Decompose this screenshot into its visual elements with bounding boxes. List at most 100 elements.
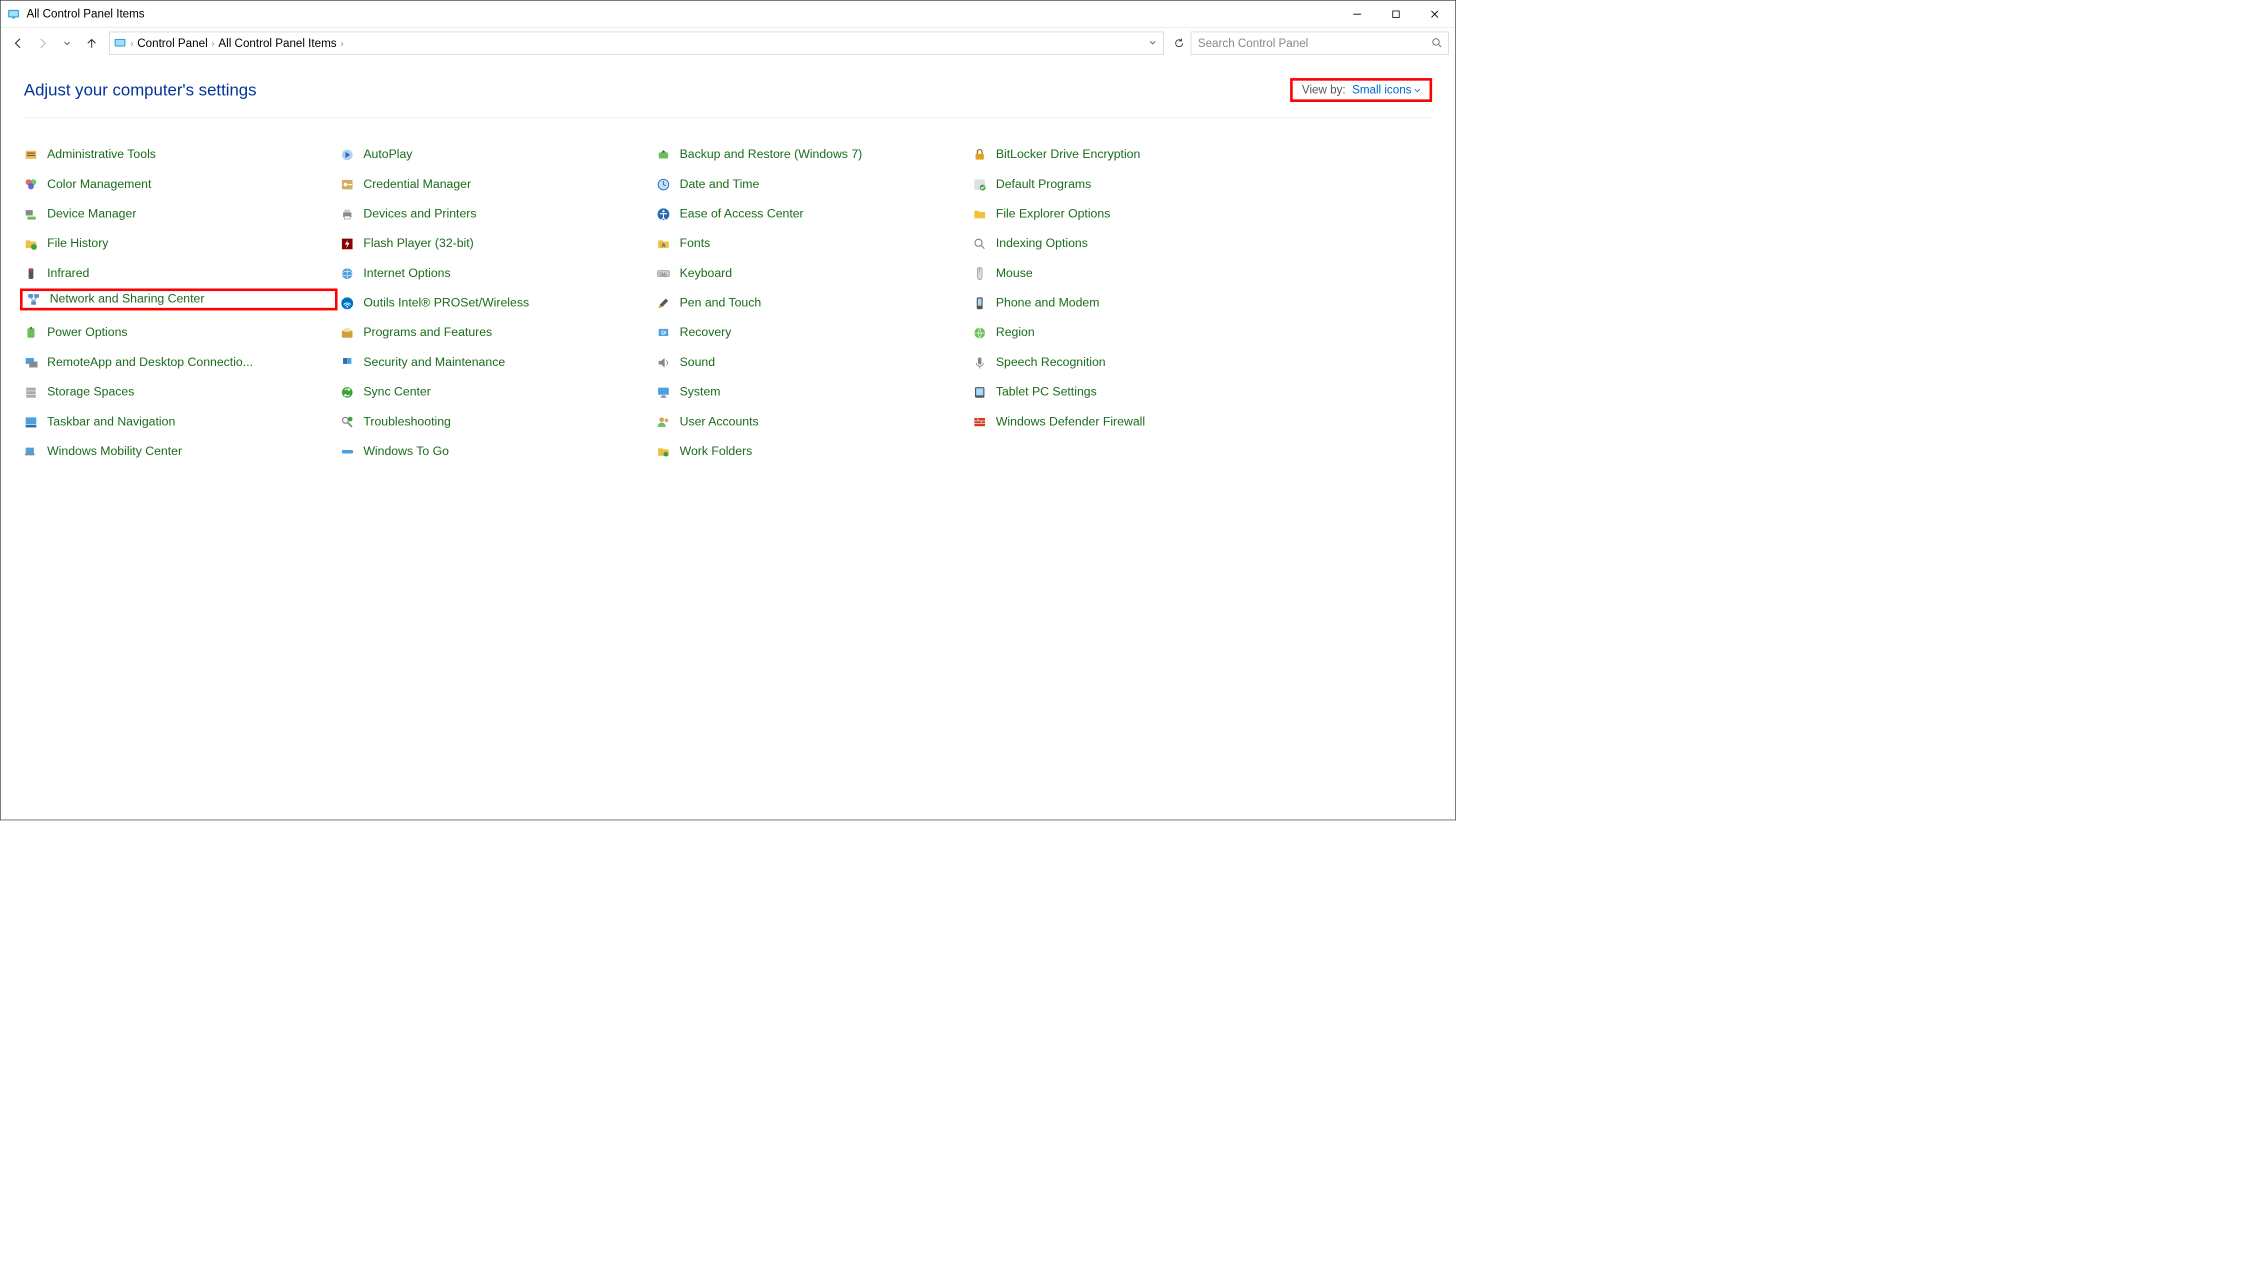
control-panel-item[interactable]: Internet Options — [340, 263, 650, 285]
control-panel-item[interactable]: Speech Recognition — [973, 352, 1283, 374]
mobility-icon — [24, 445, 38, 459]
item-label: Windows Defender Firewall — [996, 415, 1145, 429]
internet-icon — [340, 267, 354, 281]
security-icon — [340, 356, 354, 370]
address-history-dropdown[interactable] — [1146, 38, 1159, 48]
color-icon — [24, 177, 38, 191]
control-panel-item[interactable]: Device Manager — [24, 203, 334, 225]
control-panel-item[interactable]: Region — [973, 322, 1283, 344]
item-label: RemoteApp and Desktop Connectio... — [47, 356, 253, 370]
autoplay-icon — [340, 148, 354, 162]
view-by-value[interactable]: Small icons — [1352, 83, 1420, 97]
item-label: Devices and Printers — [363, 207, 476, 221]
item-label: Programs and Features — [363, 326, 492, 340]
item-label: Credential Manager — [363, 177, 471, 191]
chevron-right-icon[interactable]: › — [130, 38, 133, 48]
forward-button[interactable] — [32, 32, 54, 54]
item-label: Ease of Access Center — [680, 207, 804, 221]
programs-icon — [340, 326, 354, 340]
control-panel-item[interactable]: AutoPlay — [340, 144, 650, 166]
recent-locations-dropdown[interactable] — [56, 32, 78, 54]
item-label: Tablet PC Settings — [996, 385, 1097, 399]
storage-icon — [24, 385, 38, 399]
control-panel-item[interactable]: BitLocker Drive Encryption — [973, 144, 1283, 166]
chevron-down-icon — [1414, 87, 1420, 93]
item-label: Flash Player (32-bit) — [363, 237, 473, 251]
search-input[interactable] — [1198, 36, 1432, 50]
minimize-button[interactable] — [1338, 0, 1377, 27]
maximize-button[interactable] — [1377, 0, 1416, 27]
control-panel-item[interactable]: File Explorer Options — [973, 203, 1283, 225]
control-panel-item[interactable]: Programs and Features — [340, 322, 650, 344]
control-panel-item[interactable]: Ease of Access Center — [656, 203, 966, 225]
item-label: Device Manager — [47, 207, 136, 221]
keyboard-icon — [656, 267, 670, 281]
control-panel-item[interactable]: Troubleshooting — [340, 411, 650, 433]
item-label: AutoPlay — [363, 148, 412, 162]
control-panel-item[interactable]: Network and Sharing Center — [20, 288, 338, 310]
control-panel-item[interactable]: Default Programs — [973, 174, 1283, 196]
control-panel-item[interactable]: Fonts — [656, 233, 966, 255]
window-title: All Control Panel Items — [26, 7, 1337, 21]
control-panel-item[interactable]: RemoteApp and Desktop Connectio... — [24, 352, 334, 374]
control-panel-item[interactable]: Sound — [656, 352, 966, 374]
users-icon — [656, 415, 670, 429]
control-panel-item[interactable]: Taskbar and Navigation — [24, 411, 334, 433]
control-panel-item[interactable]: Phone and Modem — [973, 292, 1283, 314]
chevron-right-icon[interactable]: › — [340, 38, 343, 48]
item-label: Windows To Go — [363, 445, 449, 459]
credential-icon — [340, 177, 354, 191]
printers-icon — [340, 207, 354, 221]
control-panel-item[interactable]: Windows Mobility Center — [24, 441, 334, 463]
control-panel-item[interactable]: Backup and Restore (Windows 7) — [656, 144, 966, 166]
item-label: Outils Intel® PROSet/Wireless — [363, 296, 529, 310]
item-label: Keyboard — [680, 267, 732, 281]
control-panel-item[interactable]: System — [656, 381, 966, 403]
control-panel-item[interactable]: Keyboard — [656, 263, 966, 285]
control-panel-item[interactable]: Outils Intel® PROSet/Wireless — [340, 292, 650, 314]
control-panel-item[interactable]: Mouse — [973, 263, 1283, 285]
breadcrumb-all-items[interactable]: All Control Panel Items — [218, 36, 336, 50]
up-button[interactable] — [81, 32, 103, 54]
search-box[interactable] — [1191, 32, 1449, 55]
remoteapp-icon — [24, 356, 38, 370]
control-panel-item[interactable]: File History — [24, 233, 334, 255]
sound-icon — [656, 356, 670, 370]
breadcrumb-control-panel[interactable]: Control Panel — [137, 36, 207, 50]
control-panel-item[interactable]: Flash Player (32-bit) — [340, 233, 650, 255]
view-by-control[interactable]: View by: Small icons — [1290, 78, 1432, 102]
control-panel-item[interactable]: User Accounts — [656, 411, 966, 433]
close-button[interactable] — [1415, 0, 1454, 27]
address-bar[interactable]: › Control Panel › All Control Panel Item… — [109, 32, 1164, 55]
control-panel-item[interactable]: Recovery — [656, 322, 966, 344]
item-label: Fonts — [680, 237, 711, 251]
control-panel-item[interactable]: Windows To Go — [340, 441, 650, 463]
flash-icon — [340, 237, 354, 251]
item-label: Sound — [680, 356, 715, 370]
chevron-right-icon[interactable]: › — [212, 38, 215, 48]
folder-opts-icon — [973, 207, 987, 221]
control-panel-item[interactable]: Credential Manager — [340, 174, 650, 196]
windows-to-go-icon — [340, 445, 354, 459]
control-panel-item[interactable]: Power Options — [24, 322, 334, 344]
item-label: Recovery — [680, 326, 732, 340]
control-panel-item[interactable]: Color Management — [24, 174, 334, 196]
control-panel-item[interactable]: Work Folders — [656, 441, 966, 463]
control-panel-item[interactable]: Storage Spaces — [24, 381, 334, 403]
item-label: Color Management — [47, 177, 151, 191]
control-panel-item[interactable]: Indexing Options — [973, 233, 1283, 255]
search-icon[interactable] — [1431, 37, 1441, 49]
control-panel-item[interactable]: Windows Defender Firewall — [973, 411, 1283, 433]
control-panel-icon — [114, 37, 127, 50]
control-panel-item[interactable]: Devices and Printers — [340, 203, 650, 225]
item-label: Windows Mobility Center — [47, 445, 182, 459]
control-panel-item[interactable]: Sync Center — [340, 381, 650, 403]
refresh-button[interactable] — [1170, 37, 1188, 49]
control-panel-item[interactable]: Administrative Tools — [24, 144, 334, 166]
back-button[interactable] — [7, 32, 29, 54]
control-panel-item[interactable]: Tablet PC Settings — [973, 381, 1283, 403]
control-panel-item[interactable]: Date and Time — [656, 174, 966, 196]
control-panel-item[interactable]: Pen and Touch — [656, 292, 966, 314]
control-panel-item[interactable]: Security and Maintenance — [340, 352, 650, 374]
control-panel-item[interactable]: Infrared — [24, 263, 334, 285]
